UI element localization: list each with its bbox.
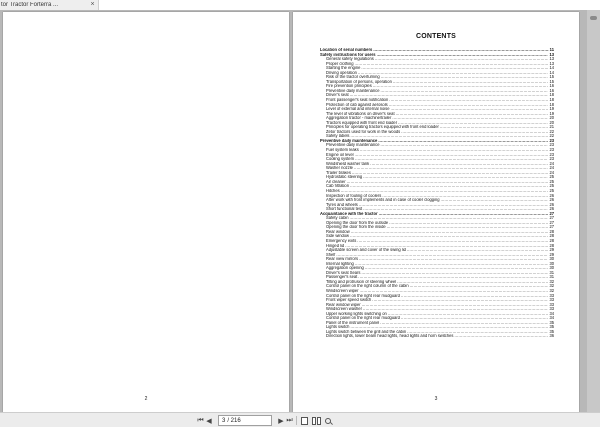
total-pages-label: / 216 — [227, 417, 241, 424]
previous-page-icon[interactable]: ◀ — [205, 415, 213, 426]
two-page-view-button[interactable] — [311, 415, 321, 426]
page-number-right: 3 — [434, 396, 438, 402]
document-viewer[interactable]: 2 CONTENTS Location of serial numbers11S… — [0, 10, 600, 412]
last-page-icon[interactable]: ⏭ — [285, 415, 294, 426]
page-number-left: 2 — [144, 396, 148, 402]
document-tab[interactable]: tor Tractor Forterra ... × — [0, 0, 99, 10]
title-bar: tor Tractor Forterra ... × — [0, 0, 600, 10]
toolbar-separator — [296, 416, 297, 425]
toc-leader-dots — [454, 334, 548, 339]
page-right: CONTENTS Location of serial numbers11Saf… — [293, 12, 579, 412]
toc-entry-title: Direction lights, lower beam head lights… — [326, 334, 454, 339]
single-page-icon — [301, 416, 308, 425]
two-page-icon — [311, 416, 321, 425]
tab-title: tor Tractor Forterra ... — [1, 2, 59, 8]
page-number-input[interactable]: 3 / 216 — [218, 415, 272, 426]
vertical-scrollbar[interactable] — [587, 10, 600, 412]
table-of-contents: Location of serial numbers11Safety instr… — [320, 48, 554, 339]
first-page-icon[interactable]: ⏮ — [196, 415, 205, 426]
bottom-toolbar: ⏮ ◀ 3 / 216 ▶ ⏭ — [0, 412, 600, 427]
close-icon[interactable]: × — [88, 0, 97, 10]
toc-entry[interactable]: Direction lights, lower beam head lights… — [320, 334, 554, 339]
single-page-view-button[interactable] — [300, 415, 309, 426]
search-icon — [324, 417, 331, 424]
next-page-icon[interactable]: ▶ — [277, 415, 285, 426]
toc-entry-page: 36 — [549, 334, 554, 339]
search-button[interactable] — [323, 415, 332, 426]
contents-heading: CONTENTS — [415, 33, 457, 40]
current-page-value: 3 — [222, 417, 226, 424]
scrollbar-thumb[interactable] — [590, 16, 597, 20]
page-left: 2 — [3, 12, 289, 412]
